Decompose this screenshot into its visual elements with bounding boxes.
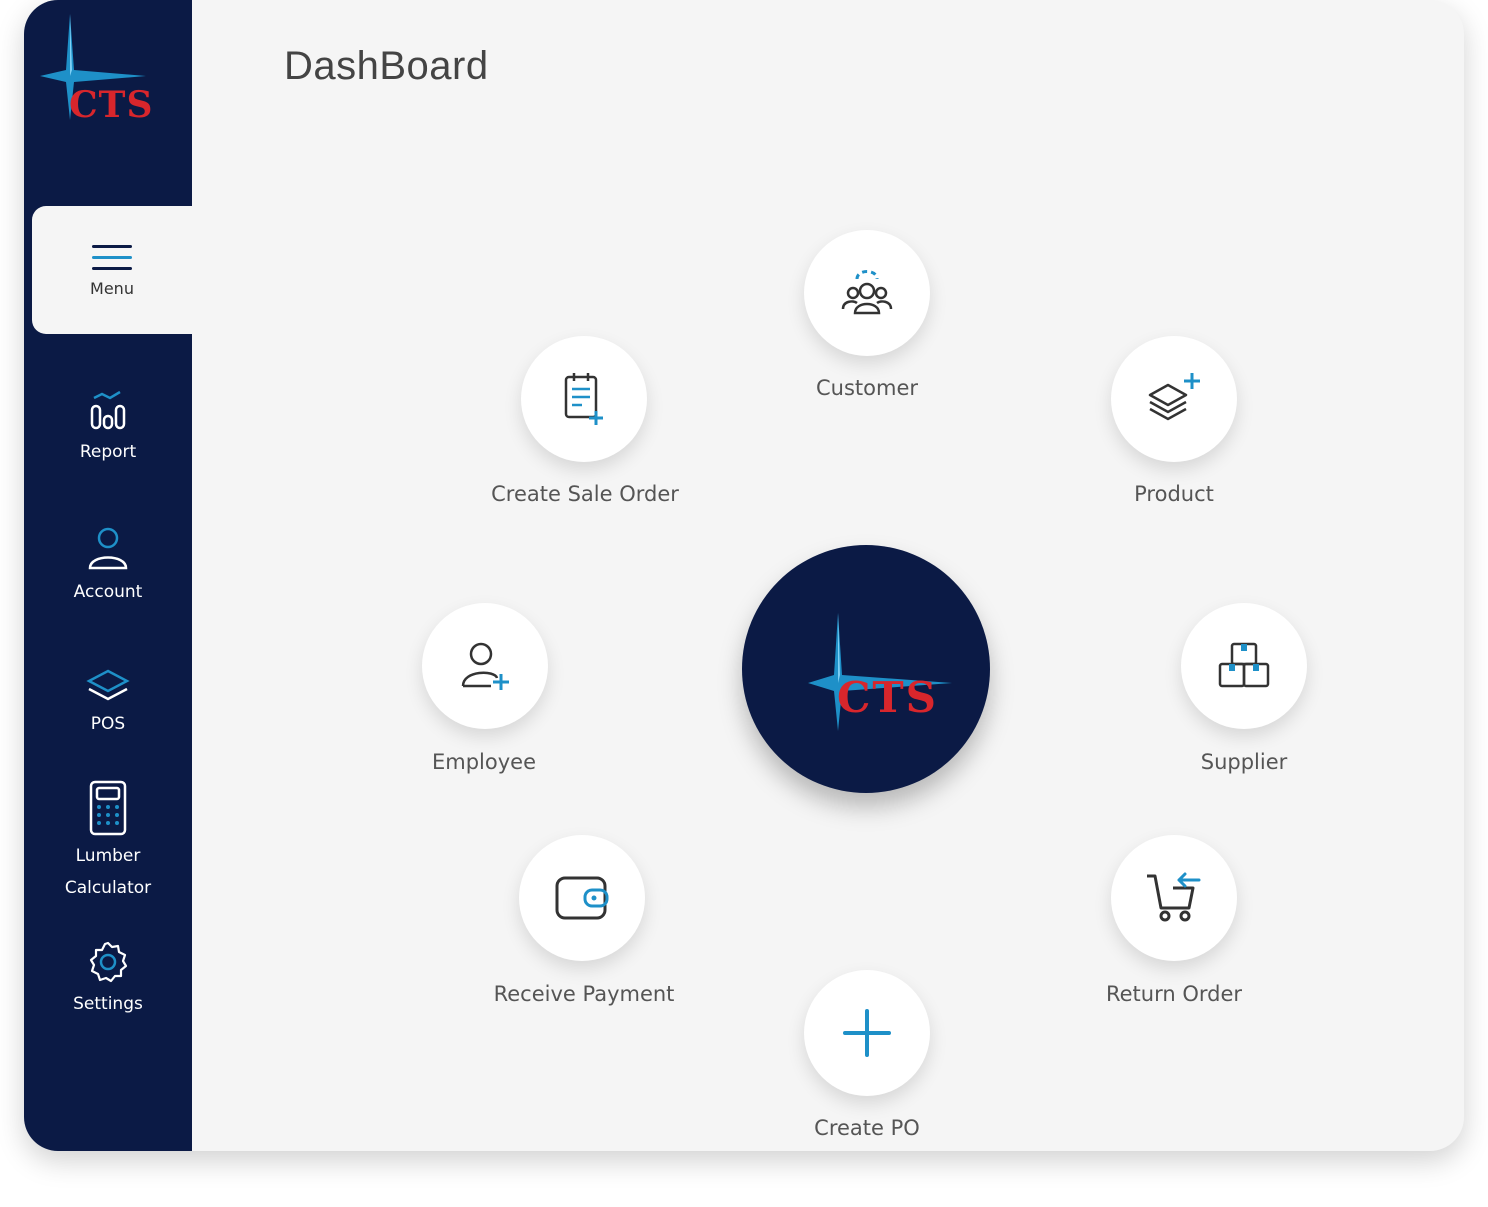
receive-payment-label: Receive Payment [493,982,675,1006]
product-label: Product [1134,482,1214,506]
sidebar-item-lumber-calculator[interactable]: Lumber Calculator [24,780,192,904]
employee-label: Employee [431,750,537,774]
plus-icon [843,1009,891,1057]
sidebar-item-label: POS [90,714,126,734]
star-icon [808,613,952,731]
create-po-button[interactable] [804,970,930,1096]
app-window: CTS Menu Report Account POS Lumber Calcu… [24,0,1464,1151]
pos-icon [86,669,130,701]
create-sale-order-button[interactable] [521,336,647,462]
supplier-boxes-icon [1218,642,1270,688]
wallet-icon [555,876,609,920]
sale-order-icon [564,373,603,425]
sidebar-item-label: Settings [73,994,143,1014]
sidebar-item-label: Account [73,582,143,602]
sidebar-item-label: Lumber Calculator [64,846,152,898]
receive-payment-button[interactable] [519,835,645,961]
customer-button[interactable] [804,230,930,356]
return-cart-icon [1147,872,1201,922]
logo-text: CTS [69,84,154,126]
gear-icon [89,941,128,983]
center-logo-text: CTS [837,673,939,722]
create-po-label: Create PO [814,1116,920,1140]
sidebar-item-report[interactable]: Report [24,388,192,468]
supplier-label: Supplier [1200,750,1288,774]
customer-group-icon [841,270,893,315]
employee-button[interactable] [422,603,548,729]
report-icon [90,390,126,430]
account-icon [88,527,128,570]
customer-label: Customer [815,376,919,400]
sidebar-item-account[interactable]: Account [24,524,192,608]
calculator-icon [89,780,127,836]
product-add-icon [1148,373,1200,421]
sidebar-item-label: Report [79,442,137,462]
hamburger-icon [92,244,132,270]
sidebar-item-pos[interactable]: POS [24,668,192,740]
return-order-label: Return Order [1105,982,1243,1006]
return-order-button[interactable] [1111,835,1237,961]
page-title: DashBoard [284,44,489,88]
create-sale-order-label: Create Sale Order [491,482,679,506]
center-brand-logo: CTS [742,545,990,793]
sidebar-item-settings[interactable]: Settings [24,940,192,1020]
sidebar: CTS Menu Report Account POS Lumber Calcu… [24,0,192,1151]
menu-label: Menu [90,278,134,298]
menu-button[interactable]: Menu [32,206,192,334]
supplier-button[interactable] [1181,603,1307,729]
employee-add-icon [461,642,509,690]
product-button[interactable] [1111,336,1237,462]
brand-logo[interactable]: CTS [36,12,186,132]
